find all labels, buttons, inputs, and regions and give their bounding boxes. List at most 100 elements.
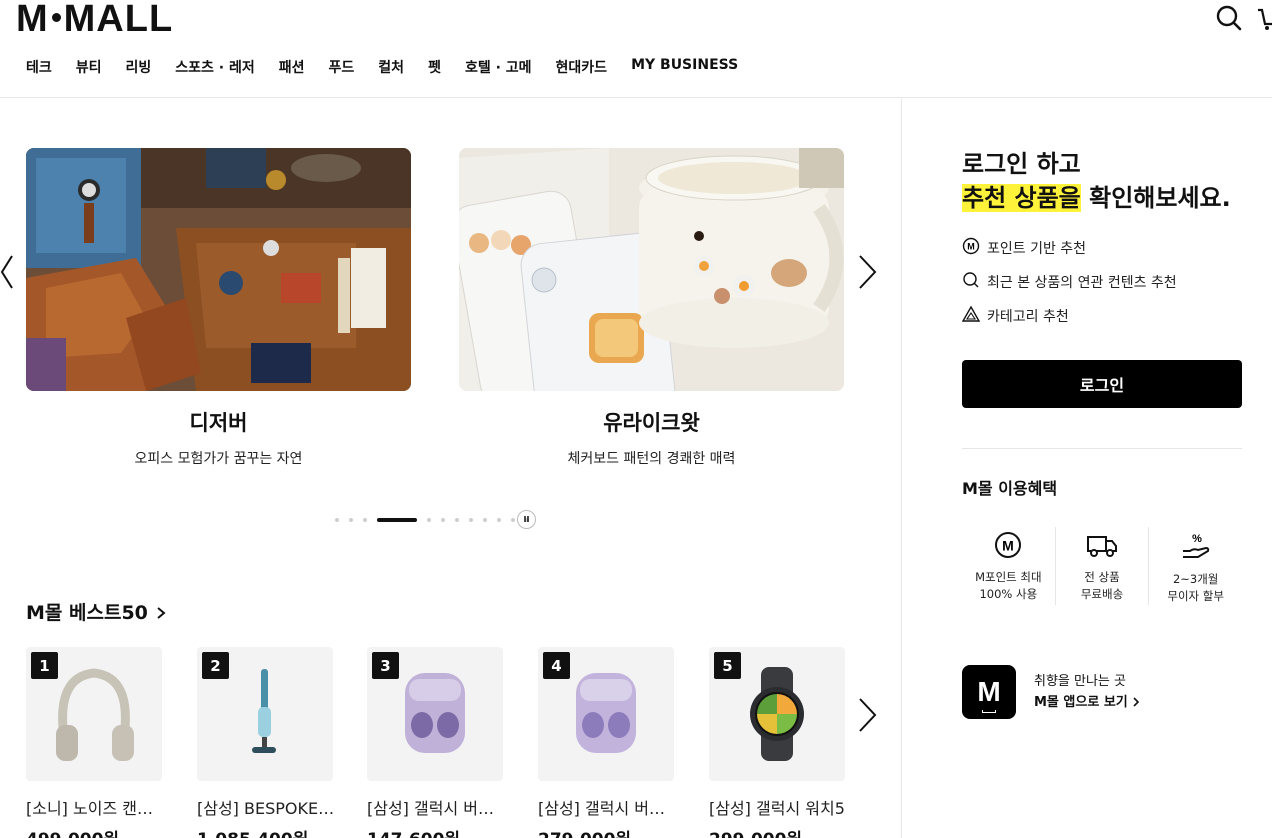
percent-hand-icon: % <box>1149 531 1242 561</box>
carousel-dot[interactable] <box>441 518 445 522</box>
carousel-dot[interactable] <box>349 518 353 522</box>
nav-item-my-business[interactable]: MY BUSINESS <box>631 57 738 77</box>
benefit-mpoint: M M포인트 최대 100% 사용 <box>962 527 1055 605</box>
product-price: 499,000원 <box>26 825 162 838</box>
carousel-dot[interactable] <box>497 518 501 522</box>
product-image-earbuds[interactable]: 3 <box>367 647 503 781</box>
nav-item-fashion[interactable]: 패션 <box>279 57 305 77</box>
recommend-side-panel: 로그인 하고 추천 상품을 확인해보세요. M 포인트 기반 추천 최근 본 상… <box>902 99 1272 838</box>
nav-item-beauty[interactable]: 뷰티 <box>76 57 102 77</box>
product-name[interactable]: [삼성] 갤럭시 버즈2 프로 <box>367 795 507 819</box>
product-price: 279,000원 <box>538 825 674 838</box>
banner-image-youlikewhat[interactable] <box>459 148 844 391</box>
rank-badge: 4 <box>543 652 570 679</box>
main-content: 디저버 오피스 모험가가 꿈꾸는 자연 유라이크왓 체커보드 패턴의 경쾌한 매… <box>0 99 901 838</box>
nav-item-pet[interactable]: 펫 <box>428 57 441 77</box>
app-icon-bar <box>982 710 996 713</box>
rank-badge: 1 <box>31 652 58 679</box>
benefit-line2: 100% 사용 <box>979 587 1038 601</box>
svg-text:M: M <box>1002 538 1014 554</box>
svg-text:%: % <box>1192 533 1202 545</box>
best50-title-text: M몰 베스트50 <box>26 602 148 624</box>
rank-badge: 3 <box>372 652 399 679</box>
product-name[interactable]: [삼성] 갤럭시 워치5 <box>709 795 849 819</box>
carousel-dot[interactable] <box>427 518 431 522</box>
benefit-installment: % 2~3개월 무이자 할부 <box>1148 527 1242 605</box>
nav-item-food[interactable]: 푸드 <box>329 57 355 77</box>
carousel-next-icon[interactable] <box>858 254 878 294</box>
category-nav: 테크 뷰티 리빙 스포츠 · 레저 패션 푸드 컬처 펫 호텔 · 고메 현대카… <box>26 57 762 77</box>
product-price: 1,085,400원 <box>197 825 333 838</box>
carousel-pagination <box>335 518 529 522</box>
product-image-vacuum[interactable]: 2 <box>197 647 333 781</box>
chevron-right-icon <box>155 602 167 624</box>
highlight-text: 추천 상품을 <box>962 184 1081 212</box>
feature-label: 포인트 기반 추천 <box>987 241 1087 257</box>
benefit-line1: 2~3개월 <box>1172 572 1219 586</box>
carousel-dot[interactable] <box>455 518 459 522</box>
banner-title-deserver[interactable]: 디저버 <box>26 407 411 437</box>
chevron-right-icon <box>1132 695 1140 710</box>
feature-label: 최근 본 상품의 연관 컨텐츠 추천 <box>987 275 1177 291</box>
product-price: 299,000원 <box>709 825 845 838</box>
carousel-dot-active[interactable] <box>377 518 417 522</box>
mmall-app-icon: M <box>962 665 1016 719</box>
nav-item-hotel-gourmet[interactable]: 호텔 · 고메 <box>465 57 532 77</box>
carousel-prev-icon[interactable] <box>0 254 14 294</box>
nav-item-tech[interactable]: 테크 <box>26 57 52 77</box>
rank-badge: 5 <box>714 652 741 679</box>
nav-item-sports-leisure[interactable]: 스포츠 · 레저 <box>175 57 254 77</box>
app-promo-link-text: M몰 앱으로 보기 <box>1034 695 1128 710</box>
truck-icon <box>1056 531 1149 559</box>
product-card[interactable]: 3 [삼성] 갤럭시 버즈2 프로 147,600원 <box>367 647 507 838</box>
recommend-heading: 로그인 하고 추천 상품을 확인해보세요. <box>962 147 1231 215</box>
search-icon <box>962 271 980 293</box>
nav-item-living[interactable]: 리빙 <box>126 57 152 77</box>
banner-title-youlikewhat[interactable]: 유라이크왓 <box>459 407 844 437</box>
product-image-watch[interactable]: 5 <box>709 647 845 781</box>
m-point-icon: M <box>962 237 980 259</box>
carousel-dot[interactable] <box>335 518 339 522</box>
nav-item-hyundai-card[interactable]: 현대카드 <box>556 57 608 77</box>
banner-subtitle-youlikewhat: 체커보드 패턴의 경쾌한 매력 <box>567 451 736 467</box>
product-card[interactable]: 4 [삼성] 갤럭시 버즈2 프로 279,000원 <box>538 647 678 838</box>
product-name[interactable]: [삼성] BESPOKE 제트 <box>197 795 337 819</box>
carousel-dot[interactable] <box>511 518 515 522</box>
product-image-headphones[interactable]: 1 <box>26 647 162 781</box>
app-icon-letter: M <box>977 676 1001 707</box>
product-image-earbuds[interactable]: 4 <box>538 647 674 781</box>
app-promo-line1: 취향을 만나는 곳 <box>1034 674 1126 689</box>
product-name[interactable]: [소니] 노이즈 캔슬링 헤드폰 <box>26 795 166 819</box>
divider <box>962 448 1242 449</box>
carousel-pause-button[interactable]: II <box>517 510 536 529</box>
best50-next-icon[interactable] <box>858 697 878 737</box>
benefit-line2: 무료배송 <box>1080 587 1124 601</box>
product-card[interactable]: 1 [소니] 노이즈 캔슬링 헤드폰 499,000원 <box>26 647 166 838</box>
carousel-dot[interactable] <box>363 518 367 522</box>
nav-item-culture[interactable]: 컬처 <box>378 57 404 77</box>
banner-image-deserver[interactable] <box>26 148 411 391</box>
product-name[interactable]: [삼성] 갤럭시 버즈2 프로 <box>538 795 678 819</box>
m-coin-icon: M <box>962 531 1055 559</box>
product-card[interactable]: 2 [삼성] BESPOKE 제트 1,085,400원 <box>197 647 337 838</box>
banner-subtitle-deserver: 오피스 모험가가 꿈꾸는 자연 <box>134 451 303 467</box>
recommend-heading-line2: 추천 상품을 확인해보세요. <box>962 181 1231 215</box>
login-button[interactable]: 로그인 <box>962 360 1242 408</box>
mmall-logo[interactable]: M MALL <box>16 0 173 38</box>
carousel-dot[interactable] <box>469 518 473 522</box>
cart-icon[interactable] <box>1258 6 1272 36</box>
product-price: 147,600원 <box>367 825 503 838</box>
search-icon[interactable] <box>1215 4 1243 36</box>
best50-section-title[interactable]: M몰 베스트50 <box>26 598 167 625</box>
app-promo-line2: M몰 앱으로 보기 <box>1034 692 1140 713</box>
feature-point-recommend: M 포인트 기반 추천 <box>962 237 1086 259</box>
app-promo-text: 취향을 만나는 곳 M몰 앱으로 보기 <box>1034 671 1140 713</box>
feature-category-recommend: 카테고리 추천 <box>961 305 1069 327</box>
benefit-line1: 전 상품 <box>1084 570 1120 584</box>
app-promo-link[interactable]: M 취향을 만나는 곳 M몰 앱으로 보기 <box>962 665 1140 719</box>
carousel-dot[interactable] <box>483 518 487 522</box>
category-icon <box>961 305 981 327</box>
product-card[interactable]: 5 [삼성] 갤럭시 워치5 299,000원 <box>709 647 845 838</box>
recommend-heading-line1: 로그인 하고 <box>962 150 1081 178</box>
svg-text:M: M <box>967 242 975 252</box>
